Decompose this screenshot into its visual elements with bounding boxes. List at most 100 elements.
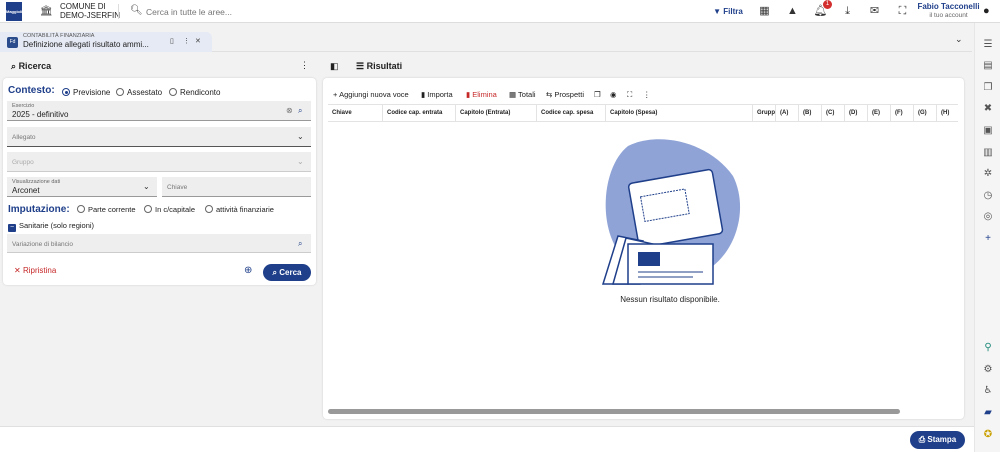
visualizzazione-label: Visualizzazione dati xyxy=(12,179,61,185)
variazione-field[interactable]: Variazione di bilancio ⌕ xyxy=(7,234,311,253)
visualizzazione-select[interactable]: Visualizzazione dati Arconet ⌄ xyxy=(7,177,157,197)
calculator-icon[interactable]: ▥ xyxy=(980,147,996,161)
gruppo-placeholder: Gruppo xyxy=(12,159,34,166)
printer-icon: ⎙ xyxy=(918,435,926,444)
eye-icon[interactable]: ◉ xyxy=(610,90,617,99)
totals-button[interactable]: ▦ Totali xyxy=(509,90,536,99)
add-entry-label: Aggiungi nuova voce xyxy=(339,90,409,99)
dashboard-icon[interactable]: ▦ xyxy=(756,3,773,20)
col-b[interactable]: (B) xyxy=(799,105,822,121)
user-account[interactable]: Fabio Tacconelli il tuo account xyxy=(917,2,980,21)
tab-title: Definizione allegati risultato ammi... xyxy=(23,40,149,49)
esercizio-field[interactable]: Esercizio 2025 - definitivo ⊗ ⌕ xyxy=(7,101,311,121)
maggioli-logo: Maggioli xyxy=(6,2,22,21)
cerca-label: Cerca xyxy=(279,268,302,277)
expand-icon[interactable]: ⛶ xyxy=(627,90,632,100)
chat-icon[interactable]: ▰ xyxy=(980,407,996,421)
network-icon[interactable]: ✲ xyxy=(980,168,996,182)
document-icon[interactable]: ▣ xyxy=(980,125,996,139)
coins-icon[interactable]: ◎ xyxy=(980,211,996,225)
history-icon[interactable]: ◷ xyxy=(980,190,996,204)
radio-assestato[interactable]: Assestato xyxy=(116,88,162,97)
tools-icon[interactable]: ✖ xyxy=(980,103,996,117)
ripristina-button[interactable]: ✕ Ripristina xyxy=(14,266,56,275)
location-icon[interactable]: ⚲ xyxy=(980,342,996,356)
accessibility-icon[interactable]: ♿︎ xyxy=(980,385,996,399)
radio-previsione[interactable]: Previsione xyxy=(62,88,110,97)
search-icon: 🔍︎ xyxy=(130,5,143,16)
ripristina-label: Ripristina xyxy=(22,266,57,275)
col-codice-cap-entrata[interactable]: Codice cap. entrata xyxy=(383,105,456,121)
radio-previsione-label: Previsione xyxy=(73,88,111,97)
sidebar-toggle-icon[interactable]: ◧ xyxy=(330,61,339,72)
gruppo-select[interactable]: Gruppo ⌄ xyxy=(7,152,311,172)
col-d[interactable]: (D) xyxy=(845,105,868,121)
risultati-title: Risultati xyxy=(366,61,403,71)
radio-rendiconto[interactable]: Rendiconto xyxy=(169,88,220,97)
import-label: Importa xyxy=(427,90,453,99)
col-h[interactable]: (H) xyxy=(937,105,958,121)
variazione-search-icon[interactable]: ⌕ xyxy=(298,239,302,249)
add-icon[interactable]: + xyxy=(980,233,996,247)
global-search-input[interactable] xyxy=(146,4,546,19)
radio-attivita-finanziarie-indicator xyxy=(205,205,213,213)
visualizzazione-value: Arconet xyxy=(12,186,40,195)
tab-definizione-allegati[interactable]: Fd CONTABILITÀ FINANZIARIA Definizione a… xyxy=(0,32,212,52)
list-icon[interactable]: ☰ xyxy=(980,39,996,53)
horizontal-scrollbar[interactable] xyxy=(328,409,900,414)
footer-bar xyxy=(0,426,974,452)
col-f[interactable]: (F) xyxy=(891,105,914,121)
prospetti-label: Prospetti xyxy=(554,90,584,99)
col-codice-cap-spesa[interactable]: Codice cap. spesa xyxy=(537,105,606,121)
esercizio-search-icon[interactable]: ⌕ xyxy=(298,106,302,116)
import-button[interactable]: ▮ Importa xyxy=(421,90,453,99)
more-vertical-icon[interactable]: ⋮ xyxy=(183,37,190,45)
radio-parte-corrente[interactable]: Parte corrente xyxy=(77,205,136,214)
stampa-button[interactable]: ⎙ Stampa xyxy=(910,431,965,449)
zoom-in-icon[interactable]: ⊕ xyxy=(244,265,252,276)
col-c[interactable]: (C) xyxy=(822,105,845,121)
radio-c-capitale-indicator xyxy=(144,205,152,213)
user-name: Fabio Tacconelli xyxy=(917,2,980,11)
panel-menu-icon[interactable]: ⋮ xyxy=(300,60,309,71)
col-a[interactable]: (A) xyxy=(776,105,799,121)
download-icon[interactable]: ⤓ xyxy=(839,3,856,20)
prospetti-button[interactable]: ⇆ Prospetti xyxy=(546,90,584,99)
risultati-header: ☰ Risultati xyxy=(356,61,402,72)
fullscreen-icon[interactable]: ⛶ xyxy=(894,3,911,20)
chiave-field[interactable]: Chiave xyxy=(162,177,311,197)
help-icon[interactable]: ✪ xyxy=(980,429,996,443)
add-entry-button[interactable]: + Aggiungi nuova voce xyxy=(333,90,409,99)
col-g[interactable]: (G) xyxy=(914,105,937,121)
filter-button[interactable]: ▼ Filtra xyxy=(708,3,748,20)
sanitarie-checkbox[interactable]: − Sanitarie (solo regioni) xyxy=(8,221,94,232)
settings-icon[interactable]: ⚙ xyxy=(980,364,996,378)
chevron-down-icon[interactable]: ⌄ xyxy=(955,34,963,45)
delete-button[interactable]: ▮ Elimina xyxy=(466,90,497,99)
col-chiave[interactable]: Chiave xyxy=(328,105,383,121)
grid-icon[interactable]: ▤ xyxy=(980,60,996,74)
col-capitolo-entrata[interactable]: Capitolo (Entrata) xyxy=(456,105,537,121)
visualizzazione-chevron-icon: ⌄ xyxy=(143,182,150,191)
allegato-select[interactable]: Allegato ⌄ xyxy=(7,127,311,147)
filter-label: Filtra xyxy=(723,7,743,16)
mail-icon[interactable]: ✉ xyxy=(866,3,883,20)
bookmark-icon[interactable]: ▯ xyxy=(170,37,174,45)
toolbar-more-icon[interactable]: ⋮ xyxy=(643,90,651,99)
copy-icon[interactable]: ❐ xyxy=(980,82,996,96)
close-icon[interactable]: ✕ xyxy=(195,37,201,45)
radio-c-capitale[interactable]: In c/capitale xyxy=(144,205,195,214)
empty-state-illustration xyxy=(601,139,741,285)
col-gruppo[interactable]: Grupp xyxy=(753,105,776,121)
cerca-button[interactable]: ⌕ Cerca xyxy=(263,264,311,281)
col-e[interactable]: (E) xyxy=(868,105,891,121)
warning-icon[interactable]: ▲ xyxy=(784,3,801,20)
copy-rows-icon[interactable]: ❐ xyxy=(594,90,601,99)
radio-attivita-finanziarie[interactable]: attività finanziarie xyxy=(205,205,274,214)
radio-rendiconto-label: Rendiconto xyxy=(180,88,221,97)
clear-icon[interactable]: ⊗ xyxy=(286,106,293,115)
col-capitolo-spesa[interactable]: Capitolo (Spesa) xyxy=(606,105,753,121)
municipality-name[interactable]: COMUNE DI DEMO-JSERFIN xyxy=(60,2,120,20)
radio-previsione-indicator xyxy=(62,88,70,96)
account-icon[interactable]: ● xyxy=(983,5,990,17)
